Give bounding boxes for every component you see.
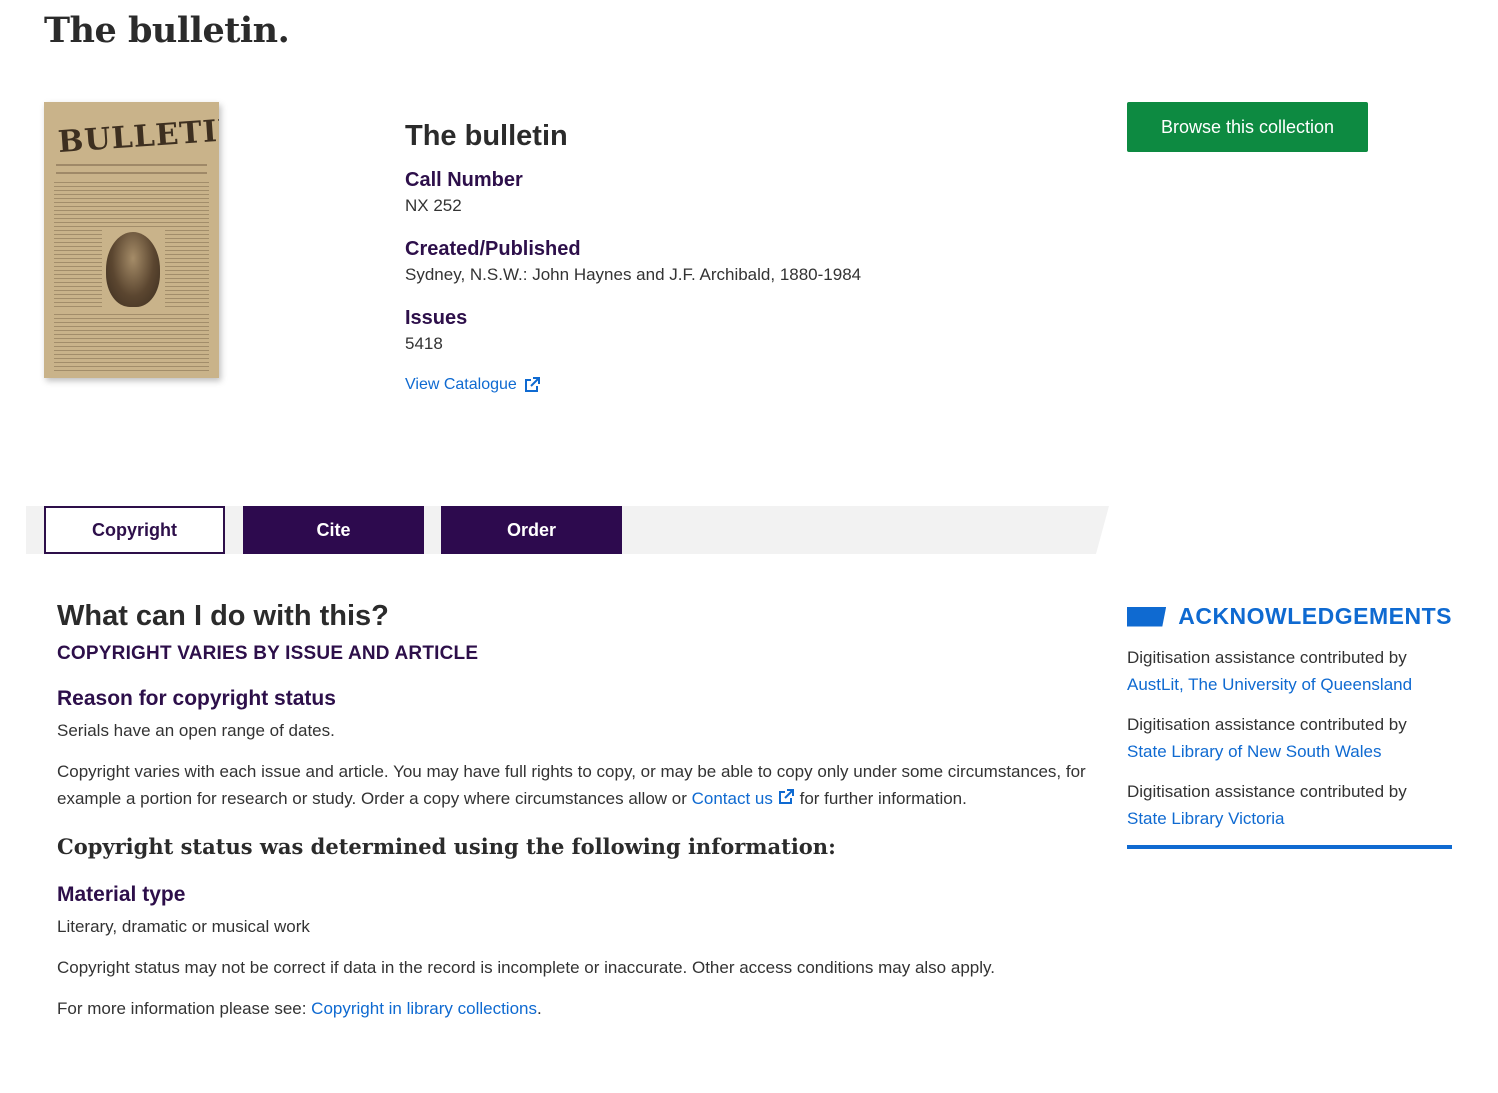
cover-thumbnail[interactable]: BULLETIN — [44, 102, 219, 378]
cover-rule — [56, 164, 207, 166]
page-title: The bulletin. — [44, 10, 290, 51]
acknowledgement-text: Digitisation assistance contributed by — [1127, 715, 1407, 734]
cover-text-block — [165, 230, 209, 310]
browse-collection-button[interactable]: Browse this collection — [1127, 102, 1368, 152]
determined-heading: Copyright status was determined using th… — [57, 834, 836, 859]
acknowledgement-text: Digitisation assistance contributed by — [1127, 648, 1407, 667]
cover-text-block — [54, 230, 102, 310]
tab-order[interactable]: Order — [441, 506, 622, 554]
more-info-period: . — [537, 999, 542, 1018]
reason-text: Serials have an open range of dates. — [57, 721, 335, 740]
acknowledgement-link-slnsw[interactable]: State Library of New South Wales — [1127, 738, 1452, 765]
cover-text-block — [54, 182, 209, 227]
acknowledgement-link-austlit[interactable]: AustLit, The University of Queensland — [1127, 671, 1452, 698]
flag-icon — [1127, 606, 1167, 627]
tab-cite[interactable]: Cite — [243, 506, 424, 554]
view-catalogue-link[interactable]: View Catalogue — [405, 376, 541, 394]
contact-us-link[interactable]: Contact us — [692, 789, 795, 808]
record-metadata: The bulletin Call Number NX 252 Created/… — [405, 120, 1085, 394]
acknowledgement-item: Digitisation assistance contributed by S… — [1127, 778, 1452, 832]
acknowledgements-panel: ACKNOWLEDGEMENTS Digitisation assistance… — [1127, 603, 1452, 849]
reason-label: Reason for copyright status — [57, 687, 336, 710]
copyright-in-collections-link[interactable]: Copyright in library collections — [311, 999, 537, 1018]
more-information: For more information please see: Copyrig… — [57, 995, 1087, 1022]
record-title: The bulletin — [405, 120, 568, 152]
cover-rule — [56, 172, 207, 174]
tab-copyright[interactable]: Copyright — [44, 506, 225, 554]
view-catalogue-label: View Catalogue — [405, 376, 517, 393]
contact-us-label: Contact us — [691, 789, 773, 808]
copyright-panel: What can I do with this? COPYRIGHT VARIE… — [57, 600, 1087, 1036]
external-link-icon — [778, 789, 794, 804]
acknowledgement-item: Digitisation assistance contributed by A… — [1127, 644, 1452, 698]
copyright-disclaimer: Copyright status may not be correct if d… — [57, 958, 995, 977]
created-published-label: Created/Published — [405, 238, 581, 260]
material-type-label: Material type — [57, 883, 186, 906]
copyright-heading: What can I do with this? — [57, 600, 389, 632]
more-info-text: For more information please see: — [57, 999, 312, 1018]
created-published-value: Sydney, N.S.W.: John Haynes and J.F. Arc… — [405, 265, 862, 284]
acknowledgements-title: ACKNOWLEDGEMENTS — [1178, 603, 1452, 629]
external-link-icon — [524, 377, 540, 392]
acknowledgements-divider — [1127, 845, 1452, 849]
material-type-value: Literary, dramatic or musical work — [57, 917, 310, 936]
copyright-explanation: Copyright varies with each issue and art… — [57, 758, 1087, 812]
acknowledgement-item: Digitisation assistance contributed by S… — [1127, 711, 1452, 765]
cover-portrait — [106, 232, 160, 307]
call-number-label: Call Number — [405, 169, 523, 191]
issues-label: Issues — [405, 307, 468, 329]
acknowledgement-link-slv[interactable]: State Library Victoria — [1127, 805, 1452, 832]
acknowledgements-header: ACKNOWLEDGEMENTS — [1127, 603, 1452, 630]
cover-masthead: BULLETIN — [56, 112, 219, 161]
copyright-status: COPYRIGHT VARIES BY ISSUE AND ARTICLE — [57, 643, 479, 664]
explanation-text-end: for further information. — [794, 789, 967, 808]
acknowledgement-text: Digitisation assistance contributed by — [1127, 782, 1407, 801]
cover-text-block — [54, 314, 209, 372]
call-number-value: NX 252 — [405, 196, 462, 215]
issues-value: 5418 — [405, 334, 443, 353]
